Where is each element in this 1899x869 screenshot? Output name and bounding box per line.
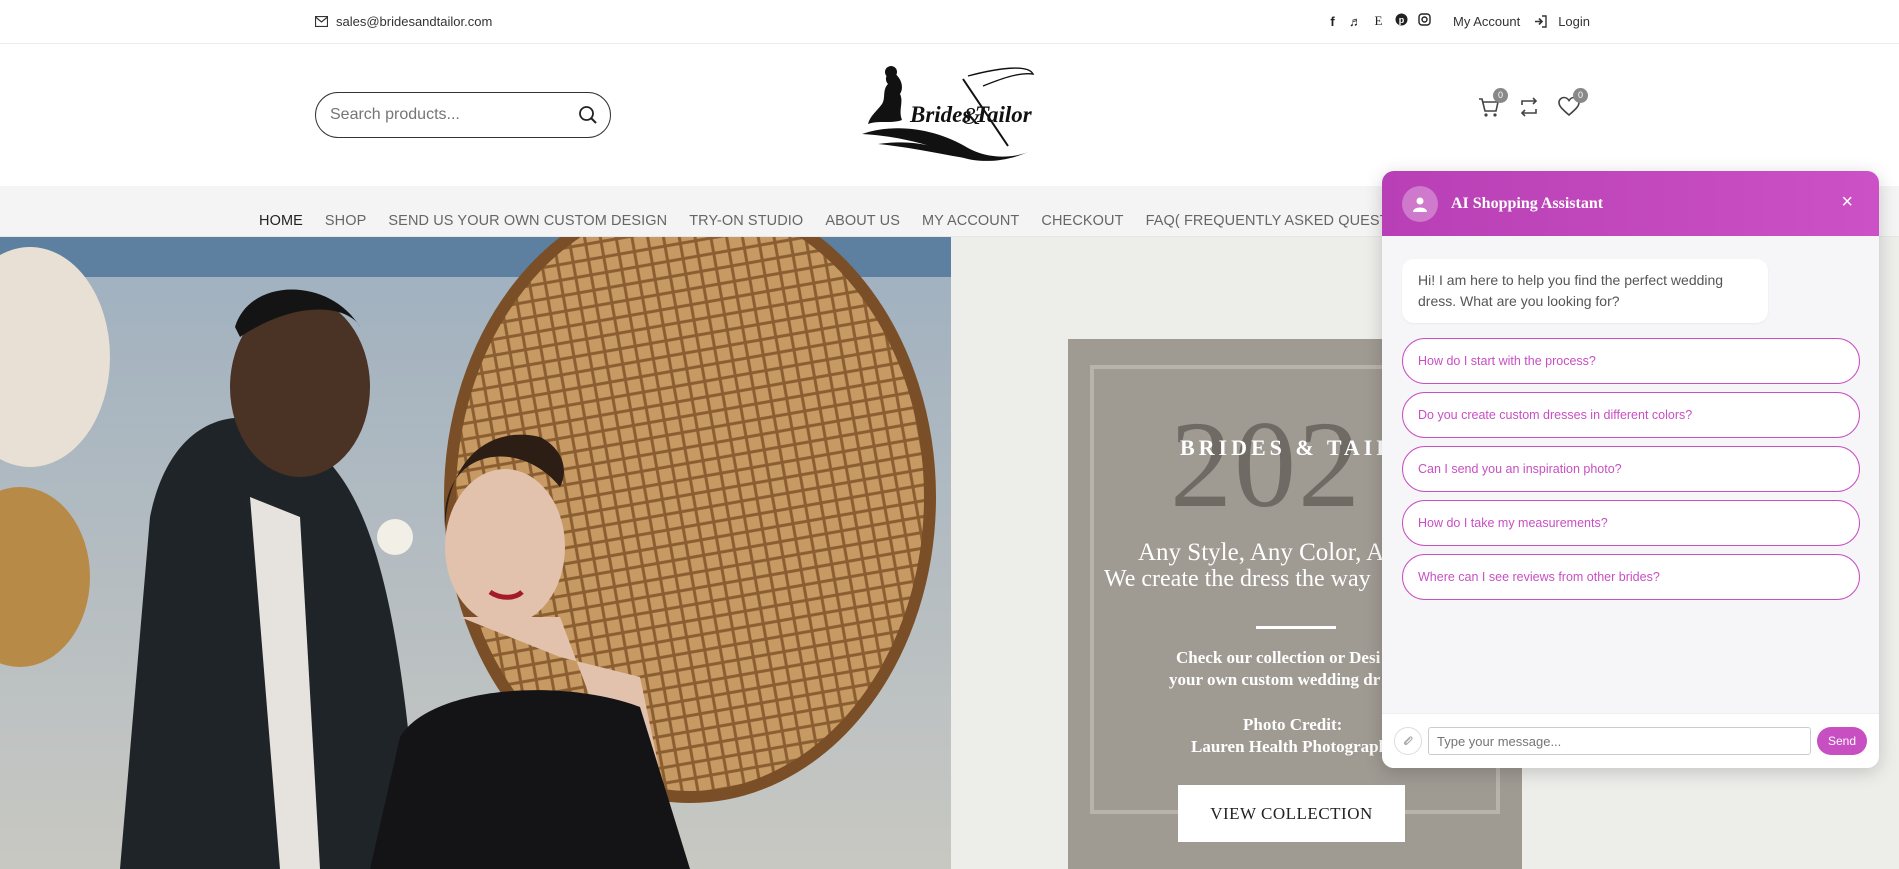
suggestion-measurements[interactable]: How do I take my measurements?: [1402, 500, 1860, 546]
hero-cta-text-line-1: Check our collection or Desi: [1176, 648, 1381, 667]
search-box[interactable]: [315, 92, 611, 138]
nav-item-my-account[interactable]: MY ACCOUNT: [922, 213, 1019, 229]
user-icon: [1413, 197, 1427, 212]
compare-button[interactable]: [1518, 96, 1540, 118]
nav-item-custom-design[interactable]: SEND US YOUR OWN CUSTOM DESIGN: [388, 213, 667, 229]
attach-button[interactable]: [1394, 727, 1422, 755]
year-watermark: 202: [1170, 396, 1362, 533]
hero-photo: [0, 237, 951, 869]
wishlist-button[interactable]: 0: [1558, 88, 1588, 118]
tiktok-icon[interactable]: ♬: [1349, 14, 1362, 29]
suggestion-list: How do I start with the process? Do you …: [1402, 338, 1860, 608]
assistant-greeting-message: Hi! I am here to help you find the perfe…: [1402, 259, 1768, 323]
etsy-icon[interactable]: E: [1372, 13, 1385, 29]
compare-icon: [1520, 97, 1538, 117]
top-bar: sales@bridesandtailor.com f ♬ E p My Acc…: [0, 0, 1899, 44]
divider: [1256, 626, 1336, 629]
photo-credit-name: Lauren Health Photograph: [1191, 737, 1389, 756]
nav-item-try-on-studio[interactable]: TRY-ON STUDIO: [689, 213, 803, 229]
close-icon[interactable]: ×: [1841, 191, 1853, 214]
suggestion-start-process[interactable]: How do I start with the process?: [1402, 338, 1860, 384]
suggestion-reviews[interactable]: Where can I see reviews from other bride…: [1402, 554, 1860, 600]
contact-email[interactable]: sales@bridesandtailor.com: [315, 14, 492, 29]
suggestion-custom-colors[interactable]: Do you create custom dresses in differen…: [1402, 392, 1860, 438]
envelope-icon: [315, 16, 328, 27]
facebook-icon[interactable]: f: [1326, 14, 1339, 29]
instagram-icon[interactable]: [1418, 13, 1431, 29]
ai-chat-widget: AI Shopping Assistant × Hi! I am here to…: [1382, 171, 1879, 768]
pinterest-icon[interactable]: p: [1395, 13, 1408, 29]
email-text: sales@bridesandtailor.com: [336, 14, 493, 29]
login-icon: [1535, 14, 1547, 28]
message-input[interactable]: [1428, 727, 1811, 755]
nav-item-checkout[interactable]: CHECKOUT: [1041, 213, 1123, 229]
search-input[interactable]: [330, 106, 570, 124]
chat-title: AI Shopping Assistant: [1451, 194, 1604, 212]
svg-text:Tailor: Tailor: [975, 102, 1033, 127]
site-header: Brides Tailor & 0 0: [0, 44, 1899, 186]
assistant-avatar: [1402, 185, 1438, 222]
photo-credit-label: Photo Credit:: [1243, 715, 1343, 734]
hero-tagline-line-1: Any Style, Any Color, A: [1138, 539, 1385, 566]
hero-cta-text-line-2: your own custom wedding dr: [1169, 670, 1381, 689]
paperclip-icon: [1403, 736, 1413, 746]
login-link[interactable]: Login: [1558, 14, 1590, 29]
cart-count-badge: 0: [1493, 88, 1508, 103]
nav-item-about-us[interactable]: ABOUT US: [825, 213, 900, 229]
svg-text:p: p: [1399, 15, 1405, 25]
send-button[interactable]: Send: [1817, 727, 1867, 755]
wishlist-count-badge: 0: [1573, 88, 1588, 103]
view-collection-button[interactable]: VIEW COLLECTION: [1178, 785, 1405, 842]
chat-header: AI Shopping Assistant ×: [1382, 171, 1879, 236]
cart-button[interactable]: 0: [1478, 88, 1508, 118]
hero-brand-title: BRIDES & TAIL: [1180, 435, 1396, 460]
chat-input-bar: Send: [1382, 713, 1879, 768]
brand-logo[interactable]: Brides Tailor &: [858, 64, 1038, 166]
svg-text:&: &: [962, 104, 981, 130]
search-icon[interactable]: [578, 105, 598, 125]
my-account-link[interactable]: My Account: [1453, 14, 1520, 29]
nav-item-shop[interactable]: SHOP: [325, 213, 367, 229]
suggestion-inspiration-photo[interactable]: Can I send you an inspiration photo?: [1402, 446, 1860, 492]
nav-item-home[interactable]: HOME: [259, 213, 303, 229]
hero-tagline-line-2: We create the dress the way: [1104, 566, 1371, 592]
